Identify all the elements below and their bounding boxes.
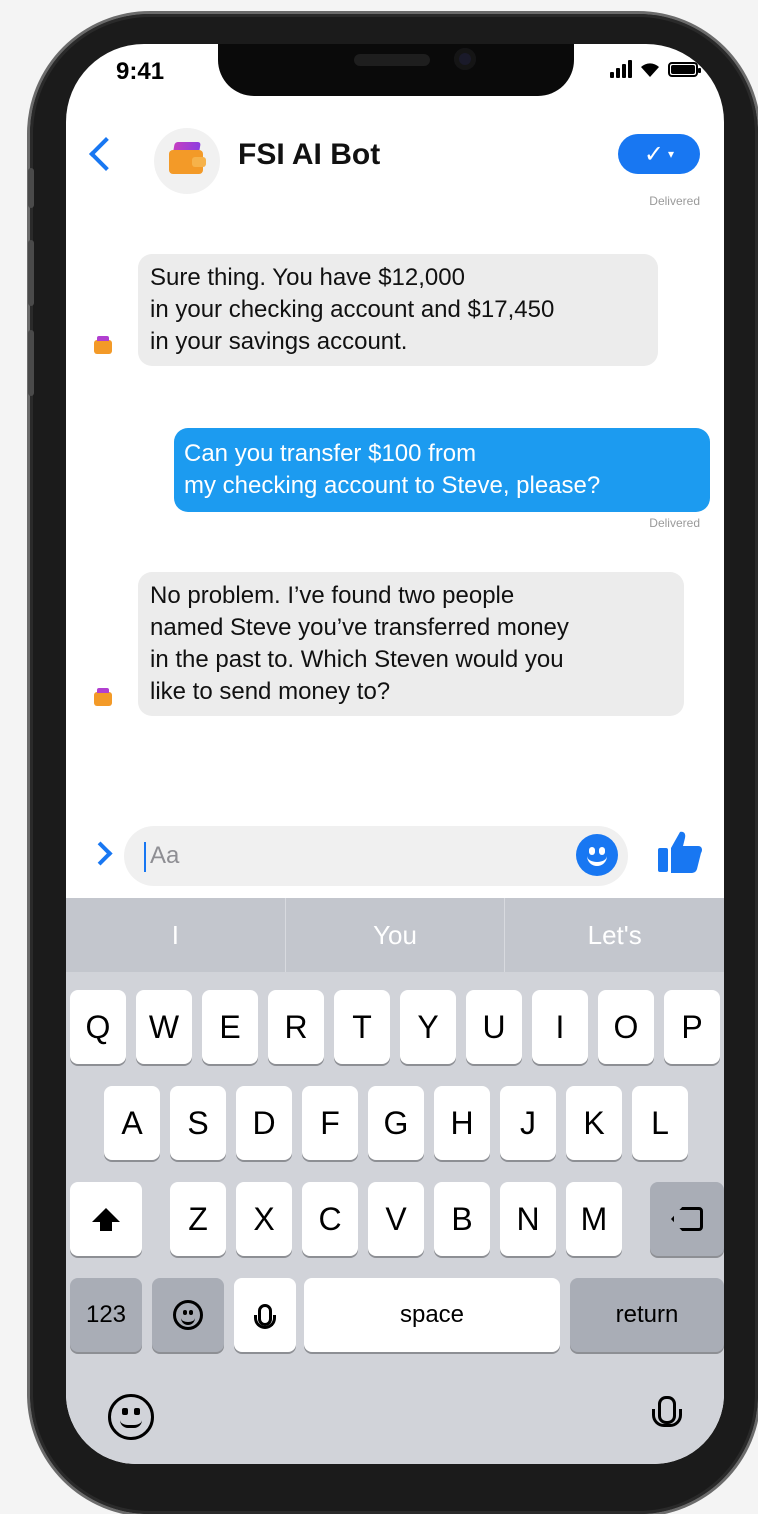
- suggestion-item[interactable]: I: [66, 898, 286, 972]
- space-key[interactable]: space: [304, 1278, 560, 1352]
- message-line: No problem. I’ve found two people: [150, 582, 515, 609]
- message-input[interactable]: Aa: [124, 826, 628, 886]
- key-f[interactable]: F: [302, 1086, 358, 1160]
- mark-done-button[interactable]: ✓ ▾: [618, 134, 700, 174]
- key-j[interactable]: J: [500, 1086, 556, 1160]
- message-input-placeholder: Aa: [150, 842, 180, 869]
- suggestion-item[interactable]: You: [286, 898, 506, 972]
- key-b[interactable]: B: [434, 1182, 490, 1256]
- emoji-face-icon: [108, 1394, 154, 1440]
- message-bubble-bot: Sure thing. You have $12,000 in your che…: [138, 254, 658, 366]
- numbers-key[interactable]: 123: [70, 1278, 142, 1352]
- wifi-icon: [641, 63, 659, 77]
- key-l[interactable]: L: [632, 1086, 688, 1160]
- keyboard-dictation-button[interactable]: [652, 1396, 682, 1427]
- return-key[interactable]: return: [570, 1278, 724, 1352]
- emoji-face-icon: [173, 1300, 203, 1330]
- microphone-icon: [652, 1396, 682, 1427]
- key-t[interactable]: T: [334, 990, 390, 1064]
- key-a[interactable]: A: [104, 1086, 160, 1160]
- key-m[interactable]: M: [566, 1182, 622, 1256]
- emoji-key[interactable]: [152, 1278, 224, 1352]
- composer-bar: Aa: [66, 814, 724, 898]
- key-e[interactable]: E: [202, 990, 258, 1064]
- key-g[interactable]: G: [368, 1086, 424, 1160]
- volume-down-button: [28, 330, 34, 396]
- cellular-signal-icon: [610, 60, 632, 78]
- dictation-key[interactable]: [234, 1278, 296, 1352]
- chat-title[interactable]: FSI AI Bot: [238, 138, 380, 172]
- dropdown-arrow-icon: ▾: [668, 147, 675, 161]
- header-delivered-status: Delivered: [649, 194, 700, 208]
- suggestion-item[interactable]: Let's: [505, 898, 724, 972]
- message-line: named Steve you’ve transferred money: [150, 614, 569, 641]
- battery-icon: [668, 61, 701, 77]
- microphone-icon: [254, 1304, 276, 1329]
- key-q[interactable]: Q: [70, 990, 126, 1064]
- key-i[interactable]: I: [532, 990, 588, 1064]
- delete-key[interactable]: [650, 1182, 724, 1256]
- message-line: Can you transfer $100 from: [184, 440, 477, 467]
- key-s[interactable]: S: [170, 1086, 226, 1160]
- emoji-smile-icon[interactable]: [576, 834, 618, 876]
- message-line: in your savings account.: [150, 328, 408, 355]
- front-camera: [454, 48, 476, 70]
- back-chevron-icon[interactable]: [89, 137, 123, 171]
- expand-chevron-icon[interactable]: [88, 841, 113, 866]
- key-d[interactable]: D: [236, 1086, 292, 1160]
- message-line: like to send money to?: [150, 678, 391, 705]
- message-line: Sure thing. You have $12,000: [150, 264, 465, 291]
- backspace-icon: [671, 1207, 703, 1231]
- volume-up-button: [28, 240, 34, 306]
- shift-key[interactable]: [70, 1182, 142, 1256]
- key-y[interactable]: Y: [400, 990, 456, 1064]
- message-line: my checking account to Steve, please?: [184, 472, 601, 499]
- text-caret: [144, 842, 146, 872]
- shift-arrow-icon: [92, 1208, 120, 1231]
- key-o[interactable]: O: [598, 990, 654, 1064]
- status-time: 9:41: [116, 58, 165, 85]
- chat-header: FSI AI Bot ✓ ▾: [66, 116, 724, 206]
- mute-switch: [28, 168, 34, 208]
- message-line: in the past to. Which Steven would you: [150, 646, 564, 673]
- status-icons: [610, 60, 701, 78]
- speaker-grille: [354, 54, 430, 66]
- message-bubble-user: Can you transfer $100 from my checking a…: [174, 428, 710, 512]
- checkmark-icon: ✓: [643, 140, 665, 168]
- bot-avatar[interactable]: [154, 128, 220, 194]
- key-n[interactable]: N: [500, 1182, 556, 1256]
- notch: [218, 44, 574, 96]
- suggestion-bar: I You Let's: [66, 898, 724, 972]
- message-bubble-bot: No problem. I’ve found two people named …: [138, 572, 684, 716]
- thumbs-up-icon[interactable]: [656, 828, 704, 876]
- message-line: in your checking account and $17,450: [150, 296, 555, 323]
- keyboard-switch-emoji-button[interactable]: [108, 1394, 154, 1440]
- phone-screen: 9:41 FSI AI Bot ✓ ▾ Delivered Sure thing…: [66, 44, 724, 1464]
- key-r[interactable]: R: [268, 990, 324, 1064]
- keyboard: I You Let's Q W E R T Y U I O P A S D F …: [66, 898, 724, 1464]
- key-x[interactable]: X: [236, 1182, 292, 1256]
- wallet-icon: [169, 150, 206, 174]
- key-u[interactable]: U: [466, 990, 522, 1064]
- key-w[interactable]: W: [136, 990, 192, 1064]
- bot-mini-avatar-icon: [94, 688, 112, 706]
- key-z[interactable]: Z: [170, 1182, 226, 1256]
- key-h[interactable]: H: [434, 1086, 490, 1160]
- message-delivered-status: Delivered: [649, 516, 700, 530]
- key-v[interactable]: V: [368, 1182, 424, 1256]
- key-c[interactable]: C: [302, 1182, 358, 1256]
- bot-mini-avatar-icon: [94, 336, 112, 354]
- key-k[interactable]: K: [566, 1086, 622, 1160]
- key-p[interactable]: P: [664, 990, 720, 1064]
